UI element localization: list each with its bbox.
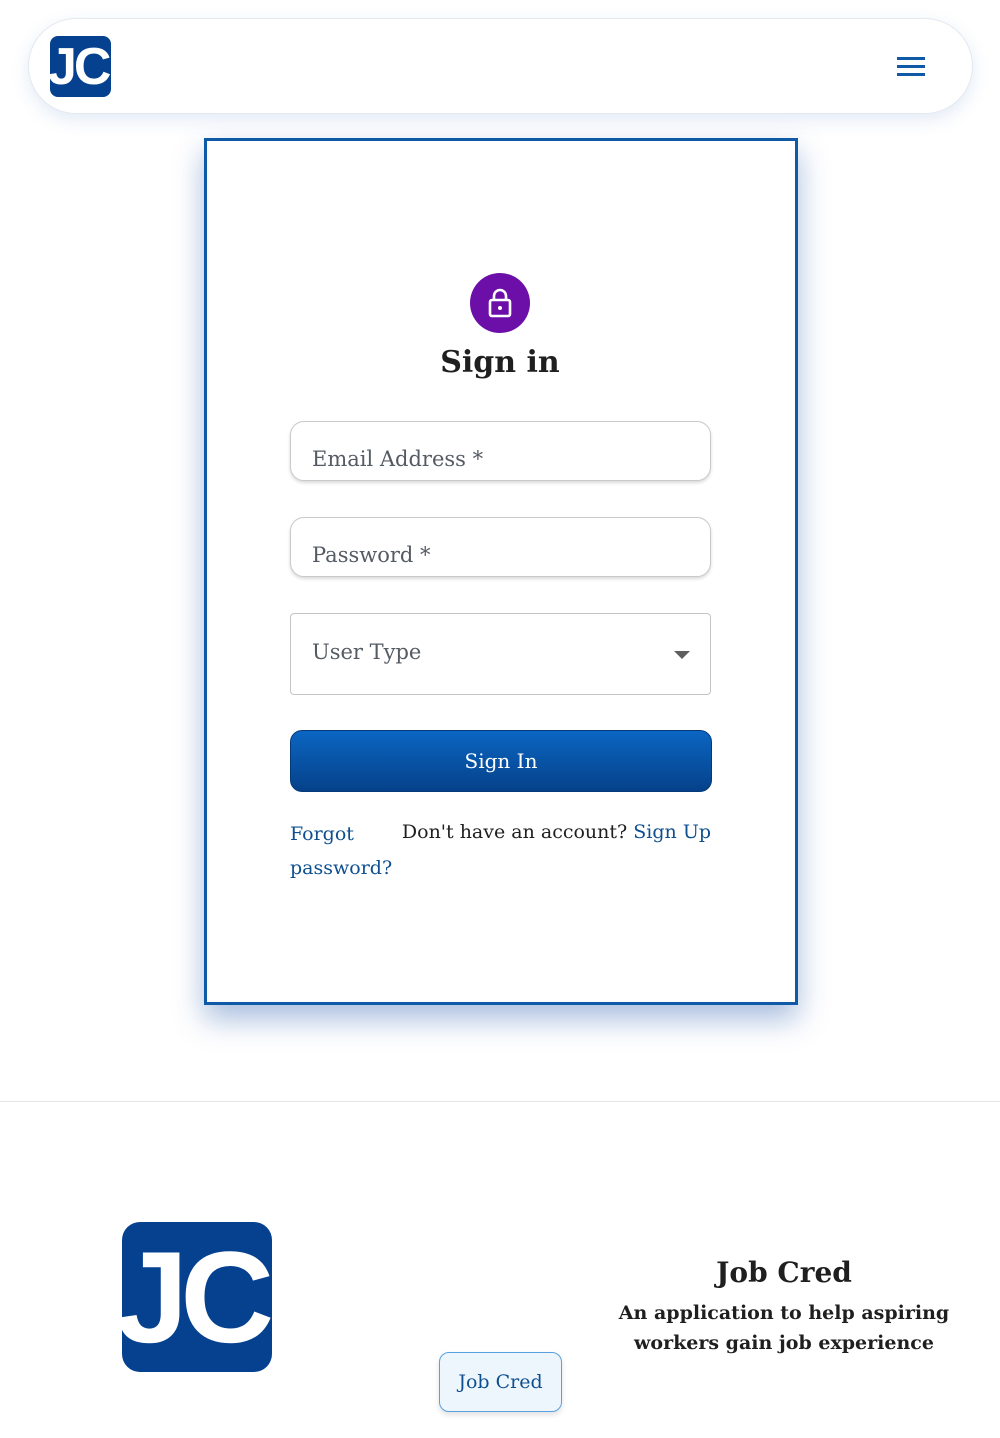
footer-logo: JC <box>122 1222 272 1372</box>
hamburger-menu-icon[interactable] <box>887 51 937 83</box>
job-cred-chip[interactable]: Job Cred <box>439 1352 562 1412</box>
footer-logo-text: JC <box>122 1224 272 1370</box>
logo-text: JC <box>50 38 111 96</box>
footer-tagline: An application to help aspiring workers … <box>618 1302 950 1354</box>
footer-app-name: Job Cred <box>716 1256 852 1289</box>
footer-divider <box>0 1101 1000 1102</box>
page-title: Sign in <box>440 345 560 380</box>
user-type-select[interactable]: User Type <box>290 613 711 695</box>
top-navbar: JC <box>28 18 973 114</box>
password-field[interactable]: Password * <box>290 517 711 577</box>
sign-up-link[interactable]: Sign Up <box>633 821 711 843</box>
user-type-placeholder: User Type <box>312 640 422 664</box>
signup-prompt: Don't have an account? Sign Up <box>380 817 711 847</box>
email-placeholder: Email Address * <box>312 447 484 471</box>
no-account-text: Don't have an account? <box>401 821 628 843</box>
password-placeholder: Password * <box>312 543 431 567</box>
chevron-down-icon <box>674 651 690 659</box>
lock-icon <box>470 273 530 333</box>
email-field[interactable]: Email Address * <box>290 421 711 481</box>
sign-in-button[interactable]: Sign In <box>290 730 712 792</box>
jc-logo[interactable]: JC <box>50 36 111 97</box>
